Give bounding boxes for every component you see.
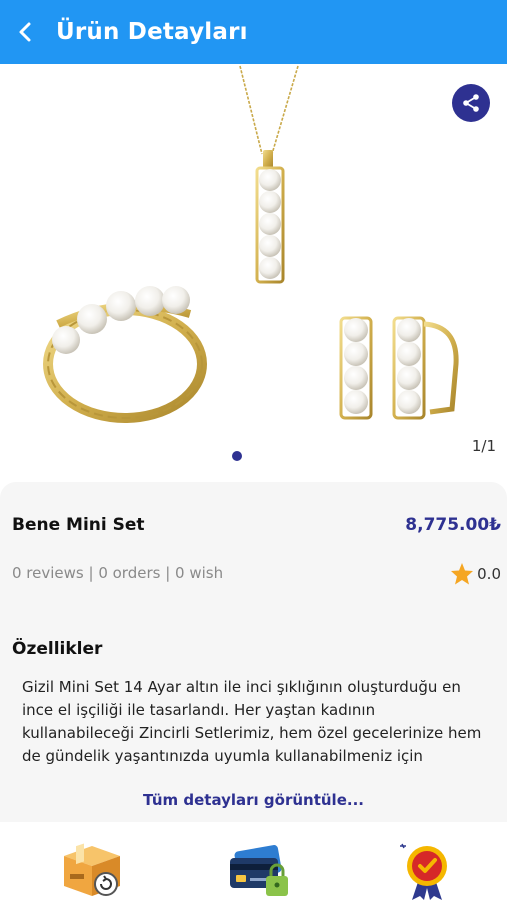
product-stats: 0 reviews | 0 orders | 0 wish bbox=[12, 564, 224, 582]
page-title: Ürün Detayları bbox=[56, 19, 248, 45]
product-image-gallery[interactable]: 1/1 bbox=[0, 64, 507, 482]
share-button[interactable] bbox=[452, 84, 490, 122]
image-counter: 1/1 bbox=[471, 437, 496, 455]
quality-badge-icon bbox=[400, 843, 447, 900]
shipping-box-return-icon bbox=[64, 843, 120, 896]
back-button[interactable] bbox=[0, 0, 50, 64]
app-bar: Ürün Detayları bbox=[0, 0, 507, 64]
product-info-card: Bene Mini Set 8,775.00₺ 0 reviews | 0 or… bbox=[0, 482, 507, 822]
product-rating: 0.0 bbox=[450, 562, 501, 585]
view-all-details-link[interactable]: Tüm detayları görüntüle... bbox=[0, 791, 507, 809]
product-image bbox=[43, 65, 459, 423]
credit-card-secure-icon bbox=[230, 845, 288, 896]
back-arrow-icon bbox=[19, 22, 31, 42]
features-title: Özellikler bbox=[12, 639, 103, 659]
share-icon bbox=[463, 94, 479, 112]
star-icon bbox=[451, 563, 474, 585]
product-name: Bene Mini Set bbox=[12, 515, 145, 535]
bottom-feature-bar bbox=[0, 822, 507, 900]
rating-value: 0.0 bbox=[477, 564, 501, 583]
carousel-indicator-dot bbox=[232, 451, 242, 461]
product-price: 8,775.00₺ bbox=[405, 515, 501, 535]
product-description: Gizil Mini Set 14 Ayar altın ile inci şı… bbox=[22, 678, 482, 772]
